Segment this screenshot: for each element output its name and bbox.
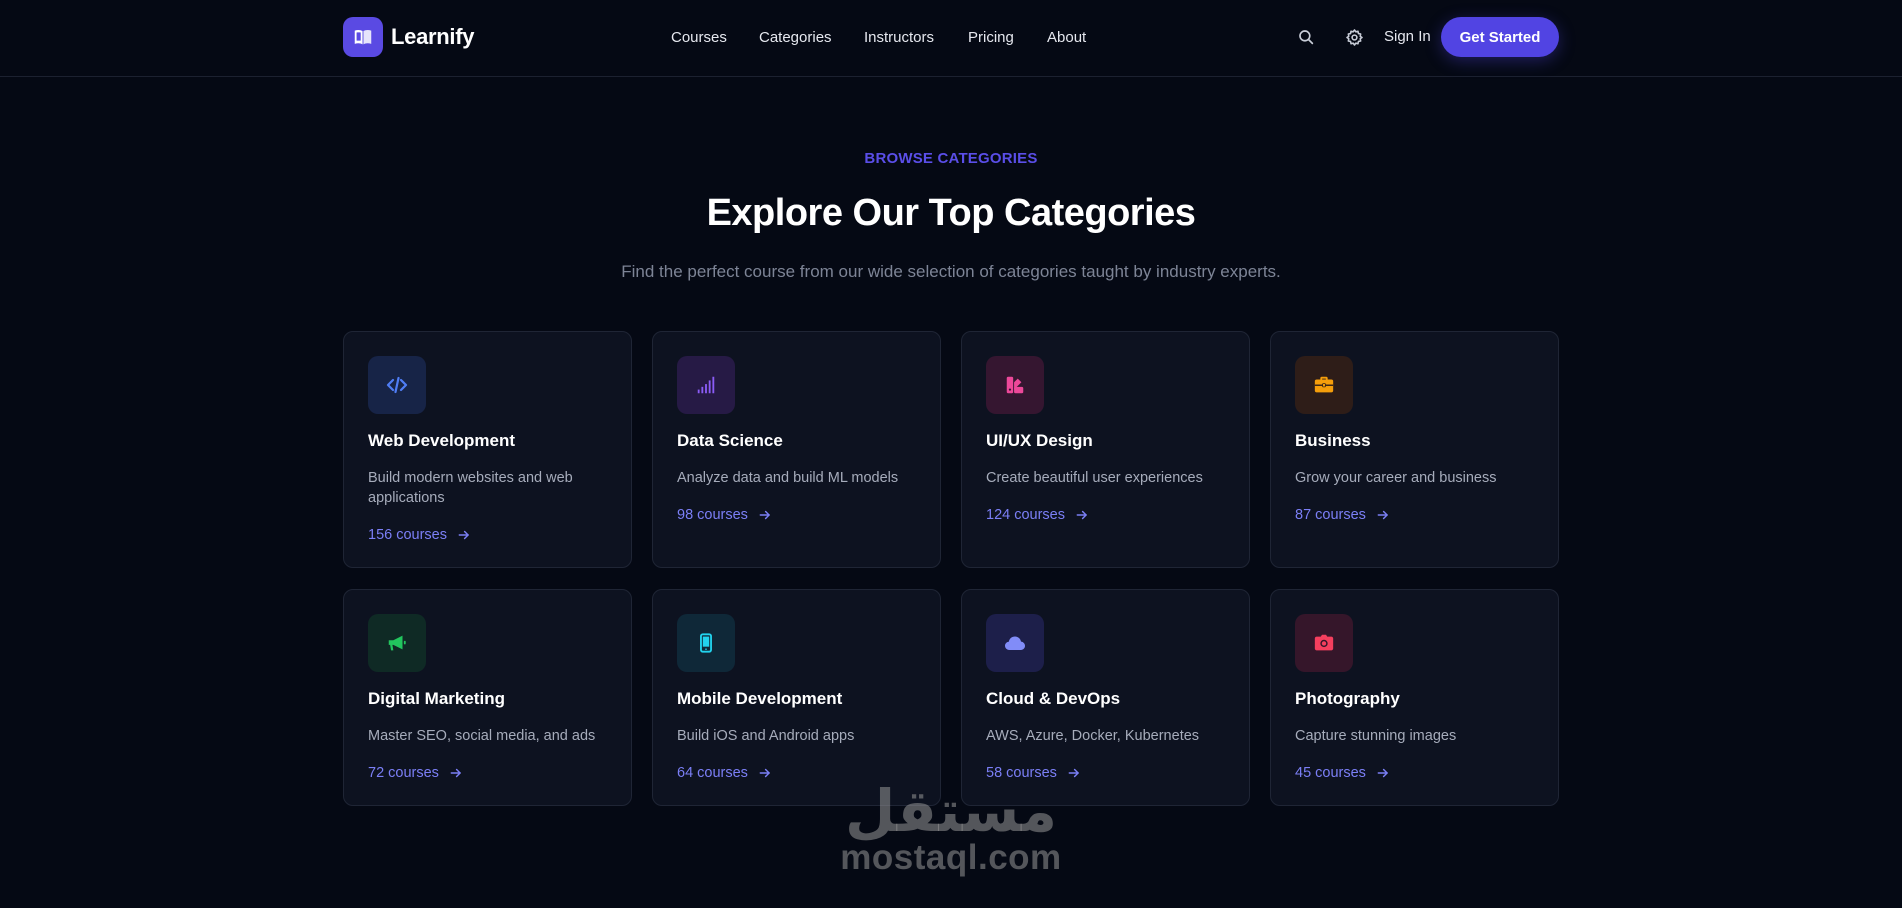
arrow-right-icon [1376,508,1390,522]
brand-name: Learnify [391,24,475,49]
arrow-right-icon [758,766,772,780]
card-description: Master SEO, social media, and ads [368,728,596,744]
card-course-count-link[interactable]: 64 courses [677,765,772,781]
arrow-right-icon [1067,766,1081,780]
site-header: Learnify Courses Categories Instructors … [0,0,1902,77]
briefcase-icon [1295,356,1353,414]
card-course-count-link[interactable]: 87 courses [1295,507,1390,523]
course-count: 72 courses [368,765,439,781]
category-card-data-science[interactable]: Data Science Analyze data and build ML m… [652,331,941,568]
brand[interactable]: Learnify [343,17,474,57]
card-title: Business [1295,431,1371,450]
nav-about[interactable]: About [1047,29,1086,46]
palette-icon [986,356,1044,414]
course-count: 156 courses [368,527,447,543]
category-card-ui-ux-design[interactable]: UI/UX Design Create beautiful user exper… [961,331,1250,568]
course-count: 98 courses [677,507,748,523]
card-title: UI/UX Design [986,431,1093,450]
card-course-count-link[interactable]: 124 courses [986,507,1089,523]
category-card-web-development[interactable]: Web Development Build modern websites an… [343,331,632,568]
card-course-count-link[interactable]: 72 courses [368,765,463,781]
section-subtitle: Find the perfect course from our wide se… [621,262,1281,281]
watermark-latin: mostaql.com [840,838,1062,877]
card-description: Create beautiful user experiences [986,470,1203,486]
card-course-count-link[interactable]: 45 courses [1295,765,1390,781]
camera-icon [1295,614,1353,672]
megaphone-icon [368,614,426,672]
card-course-count-link[interactable]: 98 courses [677,507,772,523]
category-card-cloud-devops[interactable]: Cloud & DevOps AWS, Azure, Docker, Kuber… [961,589,1250,806]
arrow-right-icon [758,508,772,522]
section-eyebrow: BROWSE CATEGORIES [864,150,1038,167]
get-started-button[interactable]: Get Started [1441,17,1559,57]
smartphone-icon [677,614,735,672]
arrow-right-icon [1376,766,1390,780]
nav-pricing[interactable]: Pricing [968,29,1014,46]
card-description: Capture stunning images [1295,728,1457,744]
watermark-arabic: مستقل [844,777,1058,845]
card-description: Build iOS and Android apps [677,728,855,744]
card-description: Build modern websites and web applicatio… [368,470,573,506]
card-title: Web Development [368,431,516,450]
code-icon [368,356,426,414]
cloud-icon [986,614,1044,672]
card-course-count-link[interactable]: 156 courses [368,527,471,543]
card-title: Cloud & DevOps [986,689,1121,708]
nav-instructors[interactable]: Instructors [864,29,934,46]
course-count: 64 courses [677,765,748,781]
sign-in-link[interactable]: Sign In [1384,28,1431,45]
category-card-business[interactable]: Business Grow your career and business 8… [1270,331,1559,568]
nav-categories[interactable]: Categories [759,29,832,46]
category-card-photography[interactable]: Photography Capture stunning images 45 c… [1270,589,1559,806]
course-count: 87 courses [1295,507,1366,523]
arrow-right-icon [457,528,471,542]
card-title: Mobile Development [677,689,843,708]
card-title: Data Science [677,431,783,450]
card-description: AWS, Azure, Docker, Kubernetes [986,728,1200,744]
watermark: مستقل mostaql.com [836,780,1066,878]
category-card-mobile-development[interactable]: Mobile Development Build iOS and Android… [652,589,941,806]
course-count: 45 courses [1295,765,1366,781]
chart-bars-icon [677,356,735,414]
nav-courses[interactable]: Courses [671,29,727,46]
search-icon[interactable] [1293,24,1319,50]
section-title: Explore Our Top Categories [706,192,1196,234]
arrow-right-icon [1075,508,1089,522]
card-title: Photography [1295,689,1400,708]
card-title: Digital Marketing [368,689,505,708]
category-card-digital-marketing[interactable]: Digital Marketing Master SEO, social med… [343,589,632,806]
book-open-icon [343,17,383,57]
course-count: 124 courses [986,507,1065,523]
arrow-right-icon [449,766,463,780]
gear-icon[interactable] [1341,24,1367,50]
card-description: Analyze data and build ML models [677,470,899,486]
card-description: Grow your career and business [1295,470,1497,486]
